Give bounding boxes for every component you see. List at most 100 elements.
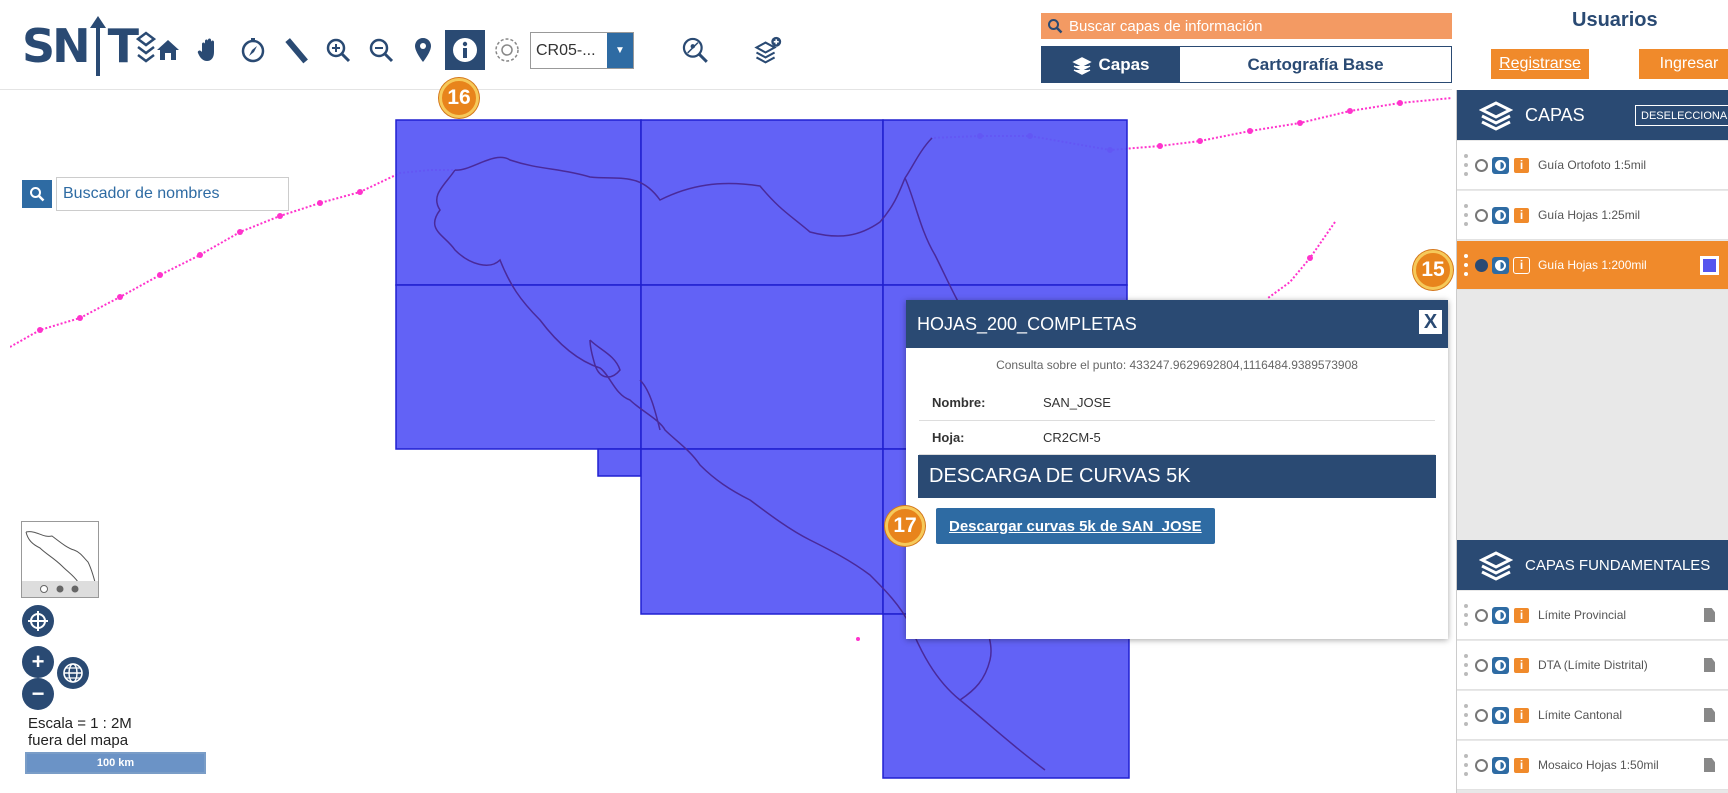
- users-title: Usuarios: [1572, 9, 1658, 31]
- document-icon[interactable]: [1704, 608, 1715, 622]
- top-toolbar: SN T CR05-... ▼ Buscar capas de informac…: [0, 0, 1452, 90]
- info-icon: [453, 38, 477, 62]
- scale-text: Escala = 1 : 2M: [28, 715, 132, 732]
- layers-panel: CAPAS DESELECCIONAR i Guía Ortofoto 1:5m…: [1456, 90, 1728, 793]
- login-button[interactable]: Ingresar: [1639, 49, 1728, 79]
- layer-search[interactable]: Buscar capas de información: [1041, 13, 1452, 39]
- drag-handle-icon[interactable]: [1464, 604, 1468, 626]
- zoom-out-icon: [369, 38, 394, 63]
- layer-row[interactable]: i DTA (Límite Distrital): [1457, 641, 1728, 690]
- layer-row[interactable]: i Guía Ortofoto 1:5mil: [1457, 141, 1728, 190]
- layer-radio[interactable]: [1475, 608, 1488, 622]
- opacity-icon[interactable]: [1492, 606, 1509, 624]
- opacity-icon[interactable]: [1492, 656, 1509, 674]
- projection-select[interactable]: CR05-... ▼: [530, 32, 634, 69]
- tab-capas[interactable]: Capas: [1042, 47, 1180, 82]
- name-search-input[interactable]: [56, 177, 289, 211]
- add-layer-icon: [754, 36, 782, 64]
- document-icon[interactable]: [1704, 758, 1715, 772]
- layer-radio[interactable]: [1475, 758, 1488, 772]
- register-button[interactable]: Registrarse: [1491, 49, 1589, 79]
- layer-row[interactable]: i Guía Hojas 1:25mil: [1457, 191, 1728, 240]
- globe-button[interactable]: [57, 657, 89, 689]
- identify-button[interactable]: [445, 30, 485, 70]
- zoom-out-button[interactable]: −: [22, 678, 54, 710]
- info-icon[interactable]: i: [1513, 606, 1530, 624]
- drag-handle-icon[interactable]: [1464, 154, 1468, 176]
- deselect-button[interactable]: DESELECCIONAR: [1635, 105, 1728, 126]
- scale-bar: 100 km: [25, 752, 206, 774]
- map-pin-icon: [415, 38, 431, 62]
- layer-row[interactable]: i Límite Provincial: [1457, 591, 1728, 640]
- info-icon[interactable]: i: [1513, 156, 1530, 174]
- zoom-in-button[interactable]: +: [22, 646, 54, 678]
- layer-radio[interactable]: [1475, 708, 1488, 722]
- layer-label: Límite Cantonal: [1538, 708, 1623, 722]
- logo-text-left: SN: [22, 19, 91, 73]
- drag-handle-icon[interactable]: [1464, 254, 1468, 276]
- layer-radio[interactable]: [1475, 158, 1488, 172]
- name-search-button[interactable]: [22, 180, 52, 208]
- overview-map[interactable]: [21, 521, 99, 598]
- snit-logo[interactable]: SN T: [22, 14, 157, 78]
- document-icon[interactable]: [1704, 658, 1715, 672]
- search-map-button[interactable]: [675, 30, 715, 70]
- query-point-text: Consulta sobre el punto: 433247.96296928…: [996, 358, 1358, 372]
- layers-icon: [1072, 56, 1093, 75]
- opacity-icon[interactable]: [1492, 706, 1509, 724]
- popup-header: HOJAS_200_COMPLETAS X: [906, 300, 1448, 348]
- layer-radio[interactable]: [1475, 258, 1488, 272]
- layer-radio[interactable]: [1475, 658, 1488, 672]
- layer-label: Guía Hojas 1:25mil: [1538, 208, 1641, 222]
- scale-readout: Escala = 1 : 2M fuera del mapa: [28, 715, 132, 749]
- drag-handle-icon[interactable]: [1464, 704, 1468, 726]
- chevron-down-icon[interactable]: ▼: [607, 33, 633, 68]
- gps-target-icon: [495, 38, 519, 62]
- drag-handle-icon[interactable]: [1464, 204, 1468, 226]
- layer-label: Límite Provincial: [1538, 608, 1627, 622]
- route-line-south: [1267, 221, 1336, 299]
- field-key: Nombre:: [919, 386, 1043, 421]
- compass-button[interactable]: [237, 34, 269, 66]
- field-key: Hoja:: [919, 420, 1043, 455]
- marker-button[interactable]: [407, 34, 439, 66]
- opacity-icon[interactable]: [1492, 206, 1509, 224]
- search-icon: [1048, 19, 1063, 34]
- layers-icon: [1479, 551, 1513, 581]
- zoom-out-tool[interactable]: [365, 34, 397, 66]
- name-search: [22, 177, 289, 211]
- pan-button[interactable]: [193, 34, 225, 66]
- layer-row-selected[interactable]: i Guía Hojas 1:200mil: [1457, 241, 1728, 290]
- gps-button[interactable]: [491, 34, 523, 66]
- info-icon[interactable]: i: [1513, 756, 1530, 774]
- info-icon[interactable]: i: [1513, 256, 1530, 274]
- opacity-icon[interactable]: [1492, 756, 1509, 774]
- drag-handle-icon[interactable]: [1464, 654, 1468, 676]
- measure-button[interactable]: [280, 34, 312, 66]
- layer-radio[interactable]: [1475, 208, 1488, 222]
- locate-button[interactable]: [22, 605, 54, 637]
- download-section-header: DESCARGA DE CURVAS 5K: [918, 454, 1436, 498]
- info-icon[interactable]: i: [1513, 706, 1530, 724]
- zoom-in-tool[interactable]: [322, 34, 354, 66]
- field-value: SAN_JOSE: [1043, 386, 1435, 421]
- opacity-icon[interactable]: [1492, 256, 1509, 274]
- compass-icon: [241, 38, 265, 63]
- close-button[interactable]: X: [1418, 309, 1443, 335]
- capas-header: CAPAS DESELECCIONAR: [1457, 90, 1728, 140]
- snit-viewer: + − Escala = 1 : 2M fuera del mapa 100 k…: [0, 0, 1728, 793]
- layer-row[interactable]: i Mosaico Hojas 1:50mil: [1457, 741, 1728, 790]
- opacity-icon[interactable]: [1492, 156, 1509, 174]
- layer-search-placeholder: Buscar capas de información: [1069, 17, 1263, 35]
- info-icon[interactable]: i: [1513, 656, 1530, 674]
- document-icon[interactable]: [1704, 708, 1715, 722]
- zoom-in-icon: [326, 38, 351, 63]
- drag-handle-icon[interactable]: [1464, 754, 1468, 776]
- add-layer-button[interactable]: [750, 32, 786, 68]
- download-curves-button[interactable]: Descargar curvas 5k de SAN_JOSE: [936, 508, 1215, 544]
- tab-cartografia-base[interactable]: Cartografía Base: [1180, 47, 1451, 82]
- layer-row[interactable]: i Límite Cantonal: [1457, 691, 1728, 740]
- info-icon[interactable]: i: [1513, 206, 1530, 224]
- home-button[interactable]: [152, 34, 184, 66]
- logo-arrow-icon: [89, 16, 106, 76]
